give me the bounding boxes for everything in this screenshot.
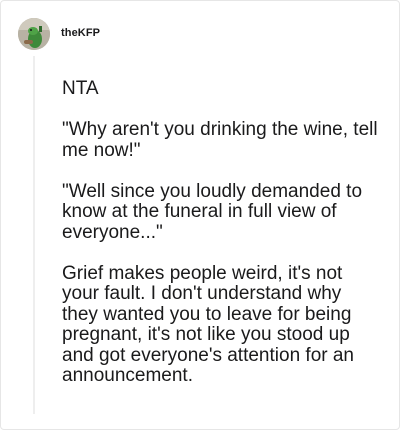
avatar-image	[18, 18, 50, 50]
comment-paragraph: Grief makes people weird, it's not your …	[62, 262, 354, 386]
user-avatar-icon[interactable]	[18, 18, 50, 50]
comment-body: NTA "Why aren't you drinking the wine, t…	[62, 78, 380, 387]
comment-card: theKFP NTA "Why aren't you drinking the …	[0, 0, 400, 430]
comment-paragraph: "Well since you loudly demanded to know …	[62, 180, 363, 243]
thread-line[interactable]	[33, 56, 35, 414]
comment-paragraph: NTA	[62, 78, 99, 99]
comment-author[interactable]: theKFP	[61, 27, 100, 39]
comment-paragraph: "Why aren't you drinking the wine, tell …	[62, 119, 378, 161]
